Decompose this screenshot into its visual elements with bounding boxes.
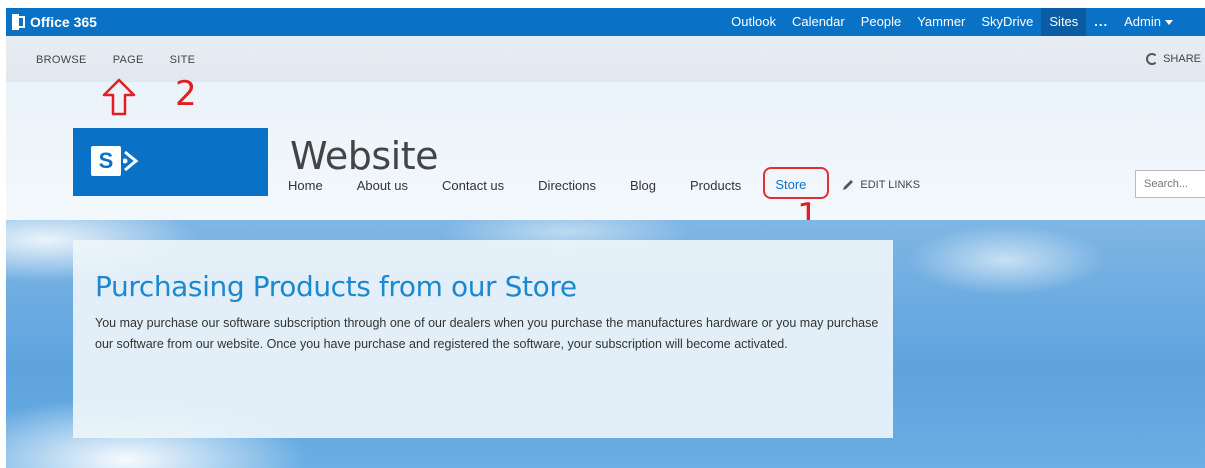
content-box: Purchasing Products from our Store You m… xyxy=(73,240,893,438)
suite-link-calendar[interactable]: Calendar xyxy=(784,8,853,36)
share-icon xyxy=(1146,53,1159,65)
ribbon-tabs: BROWSE PAGE SITE xyxy=(36,54,195,66)
admin-label: Admin xyxy=(1124,14,1161,29)
sharepoint-logo-icon: S xyxy=(91,146,121,176)
pencil-icon xyxy=(843,180,854,190)
edit-links-label: EDIT LINKS xyxy=(860,179,921,191)
nav-home[interactable]: Home xyxy=(288,178,323,193)
nav-about-us[interactable]: About us xyxy=(357,178,408,193)
top-nav: Home About us Contact us Directions Blog… xyxy=(288,167,920,199)
suite-link-people[interactable]: People xyxy=(853,8,909,36)
page-title: Purchasing Products from our Store xyxy=(95,270,577,303)
page-body: You may purchase our software subscripti… xyxy=(95,316,879,351)
tab-site[interactable]: SITE xyxy=(170,54,196,66)
nav-blog[interactable]: Blog xyxy=(630,178,656,193)
suite-more-button[interactable]: ... xyxy=(1086,8,1116,36)
site-logo[interactable]: S xyxy=(73,128,268,196)
suite-link-yammer[interactable]: Yammer xyxy=(909,8,973,36)
suite-nav: Outlook Calendar People Yammer SkyDrive … xyxy=(723,8,1181,36)
office-logo-icon xyxy=(12,14,26,30)
suite-link-skydrive[interactable]: SkyDrive xyxy=(973,8,1041,36)
admin-menu[interactable]: Admin xyxy=(1116,8,1181,36)
search-input[interactable] xyxy=(1135,170,1205,198)
suite-link-outlook[interactable]: Outlook xyxy=(723,8,784,36)
share-button[interactable]: SHARE xyxy=(1146,53,1201,65)
sharepoint-arrow-icon xyxy=(123,150,139,172)
nav-directions[interactable]: Directions xyxy=(538,178,596,193)
tab-page[interactable]: PAGE xyxy=(113,54,144,66)
annotation-up-arrow-icon xyxy=(102,78,136,116)
nav-products[interactable]: Products xyxy=(690,178,741,193)
tab-browse[interactable]: BROWSE xyxy=(36,54,87,66)
annotation-circle xyxy=(763,167,830,199)
annotation-number-2: 2 xyxy=(175,74,197,114)
chevron-down-icon xyxy=(1165,20,1173,26)
edit-links-button[interactable]: EDIT LINKS xyxy=(842,179,920,191)
share-label: SHARE xyxy=(1163,53,1201,65)
brand-label: Office 365 xyxy=(30,14,97,30)
nav-contact-us[interactable]: Contact us xyxy=(442,178,504,193)
suite-bar: Office 365 Outlook Calendar People Yamme… xyxy=(6,8,1205,36)
nav-store-wrapper: Store xyxy=(763,167,830,199)
site-title[interactable]: Website xyxy=(290,134,438,178)
office365-brand[interactable]: Office 365 xyxy=(12,13,97,31)
suite-link-sites[interactable]: Sites xyxy=(1041,8,1087,36)
